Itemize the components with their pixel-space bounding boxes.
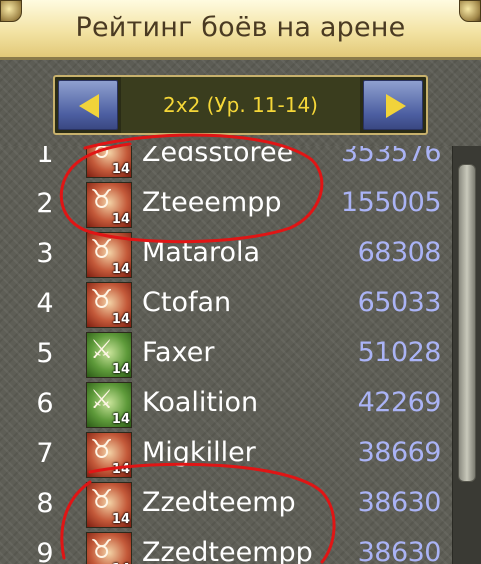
table-row[interactable]: 1 ♉ 14 Zedsstoree 353576: [0, 146, 452, 180]
level-badge: 14: [111, 312, 130, 327]
player-name: Koalition: [142, 387, 259, 418]
player-name: Zzedteemp: [142, 487, 296, 518]
player-score: 38669: [357, 437, 442, 468]
clan-emblem: ⚔ 14: [86, 382, 132, 428]
mode-label: 2x2 (Ур. 11-14): [121, 77, 360, 133]
level-badge: 14: [111, 212, 130, 227]
player-score: 65033: [357, 287, 442, 318]
level-badge: 14: [111, 462, 130, 477]
level-badge: 14: [111, 262, 130, 277]
mode-selector: 2x2 (Ур. 11-14): [53, 75, 428, 135]
prev-mode-button[interactable]: [58, 80, 118, 130]
table-row[interactable]: 2 ♉ 14 Zteeempp 155005: [0, 180, 452, 230]
mode-selector-band: 2x2 (Ур. 11-14): [0, 60, 481, 146]
horned-skull-icon: ♉: [90, 235, 114, 265]
rank-number: 9: [36, 538, 54, 564]
table-row[interactable]: 3 ♉ 14 Matarola 68308: [0, 230, 452, 280]
clan-emblem: ♉ 14: [86, 232, 132, 278]
clan-emblem: ♉ 14: [86, 146, 132, 178]
rank-number: 2: [36, 188, 54, 219]
clan-emblem: ♉ 14: [86, 182, 132, 228]
rank-number: 1: [36, 146, 54, 169]
header-corner-ornament-right: [459, 0, 481, 22]
rank-number: 3: [36, 238, 54, 269]
table-row[interactable]: 5 ⚔ 14 Faxer 51028: [0, 330, 452, 380]
horned-skull-icon: ♉: [90, 535, 114, 564]
player-name: Ctofan: [142, 287, 232, 318]
player-score: 353576: [340, 146, 442, 168]
player-name: Migkiller: [142, 437, 256, 468]
table-row[interactable]: 8 ♉ 14 Zzedteemp 38630: [0, 480, 452, 530]
clan-emblem: ⚔ 14: [86, 332, 132, 378]
rank-number: 8: [36, 488, 54, 519]
clan-emblem: ♉ 14: [86, 532, 132, 564]
player-score: 42269: [357, 387, 442, 418]
list-scrollbar[interactable]: [452, 146, 481, 564]
player-score: 155005: [340, 187, 442, 218]
table-row[interactable]: 7 ♉ 14 Migkiller 38669: [0, 430, 452, 480]
level-badge: 14: [111, 362, 130, 377]
horned-skull-icon: ♉: [90, 285, 114, 315]
page-title: Рейтинг боёв на арене: [75, 12, 406, 43]
level-badge: 14: [111, 162, 130, 177]
crossed-swords-icon: ⚔: [90, 385, 114, 415]
player-name: Zedsstoree: [142, 146, 294, 168]
clan-emblem: ♉ 14: [86, 282, 132, 328]
table-row[interactable]: 6 ⚔ 14 Koalition 42269: [0, 380, 452, 430]
level-badge: 14: [111, 412, 130, 427]
level-badge: 14: [111, 512, 130, 527]
horned-skull-icon: ♉: [90, 485, 114, 515]
clan-emblem: ♉ 14: [86, 482, 132, 528]
scrollbar-thumb[interactable]: [458, 164, 476, 482]
header-bar: Рейтинг боёв на арене: [0, 0, 481, 60]
arrow-left-icon: [79, 94, 99, 118]
rank-number: 4: [36, 288, 54, 319]
player-score: 38630: [357, 487, 442, 518]
player-score: 38630: [357, 537, 442, 564]
horned-skull-icon: ♉: [90, 146, 114, 165]
player-score: 68308: [357, 237, 442, 268]
crossed-swords-icon: ⚔: [90, 335, 114, 365]
ranking-list: 1 ♉ 14 Zedsstoree 353576 2 ♉ 14 Zteeempp…: [0, 146, 452, 564]
player-name: Faxer: [142, 337, 215, 368]
table-row[interactable]: 4 ♉ 14 Ctofan 65033: [0, 280, 452, 330]
rank-number: 7: [36, 438, 54, 469]
player-name: Zzedteempp: [142, 537, 313, 564]
horned-skull-icon: ♉: [90, 435, 114, 465]
rank-number: 6: [36, 388, 54, 419]
rank-number: 5: [36, 338, 54, 369]
player-name: Zteeempp: [142, 187, 282, 218]
next-mode-button[interactable]: [363, 80, 423, 130]
player-name: Matarola: [142, 237, 261, 268]
clan-emblem: ♉ 14: [86, 432, 132, 478]
player-score: 51028: [357, 337, 442, 368]
arrow-right-icon: [386, 94, 406, 118]
horned-skull-icon: ♉: [90, 185, 114, 215]
table-row[interactable]: 9 ♉ 14 Zzedteempp 38630: [0, 530, 452, 564]
